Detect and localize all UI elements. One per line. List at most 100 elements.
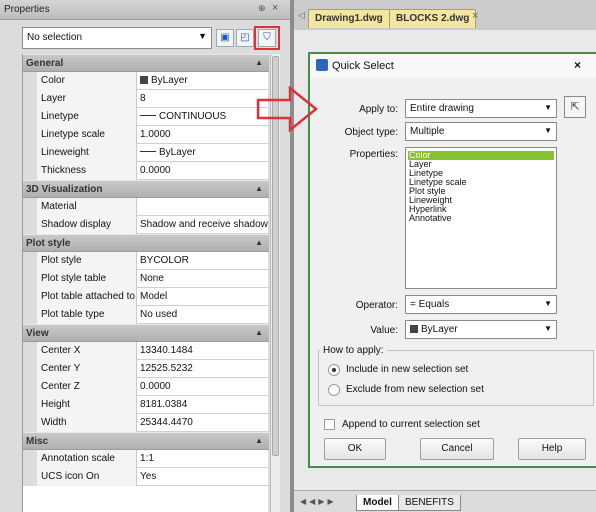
row-gutter: [23, 396, 37, 414]
property-row[interactable]: Annotation scale 1:1: [23, 450, 269, 468]
collapse-icon[interactable]: ▲: [255, 238, 263, 247]
append-checkbox[interactable]: [324, 419, 335, 430]
property-value[interactable]: ByLayer: [137, 144, 269, 162]
property-value-text: 0.0000: [140, 165, 171, 176]
property-row[interactable]: Color ByLayer: [23, 72, 269, 90]
category-label: 3D Visualization: [26, 184, 103, 195]
property-value[interactable]: 8: [137, 90, 269, 108]
category-header[interactable]: Misc ▲: [23, 432, 269, 450]
tab-blocks2[interactable]: BLOCKS 2.dwg: [389, 9, 477, 28]
property-value[interactable]: 1:1: [137, 450, 269, 468]
selection-dropdown[interactable]: No selection ▼: [22, 27, 212, 49]
property-value-text: 8: [140, 93, 146, 104]
properties-list[interactable]: Color Layer Linetype Linetype scale Plot sty…: [405, 147, 557, 289]
collapse-icon[interactable]: ▲: [255, 184, 263, 193]
property-value[interactable]: 25344.4470: [137, 414, 269, 432]
category-label: Plot style: [26, 238, 71, 249]
category-header[interactable]: Plot style ▲: [23, 234, 269, 252]
property-row[interactable]: Center X 13340.1484: [23, 342, 269, 360]
value-select[interactable]: ByLayer ▼: [405, 320, 557, 339]
property-value[interactable]: Yes: [137, 468, 269, 486]
property-value[interactable]: 13340.1484: [137, 342, 269, 360]
help-button[interactable]: Help: [518, 438, 586, 460]
category-header[interactable]: View ▲: [23, 324, 269, 342]
apply-to-select[interactable]: Entire drawing ▼: [405, 99, 557, 118]
include-label[interactable]: Include in new selection set: [346, 364, 468, 375]
ok-button[interactable]: OK: [324, 438, 386, 460]
dialog-close-icon[interactable]: ×: [574, 58, 581, 72]
property-row[interactable]: Center Y 12525.5232: [23, 360, 269, 378]
property-row[interactable]: Plot style BYCOLOR: [23, 252, 269, 270]
layout-nav-icon[interactable]: ◀◀▶▶: [300, 497, 337, 506]
row-gutter: [23, 378, 37, 396]
property-value[interactable]: [137, 198, 269, 216]
property-row[interactable]: Material: [23, 198, 269, 216]
property-name: Shadow display: [37, 216, 137, 234]
collapse-icon[interactable]: ▲: [255, 436, 263, 445]
property-row[interactable]: Lineweight ByLayer: [23, 144, 269, 162]
property-name: Plot table attached to: [37, 288, 137, 306]
property-value-text: None: [140, 273, 164, 284]
toggle-pickadd-icon[interactable]: ▣: [216, 29, 234, 47]
collapse-icon[interactable]: ▲: [255, 58, 263, 67]
close-icon[interactable]: ×: [272, 2, 278, 14]
property-row[interactable]: Height 8181.0384: [23, 396, 269, 414]
tab-model[interactable]: Model: [356, 495, 399, 511]
object-type-select[interactable]: Multiple ▼: [405, 122, 557, 141]
property-row[interactable]: Plot table attached to Model: [23, 288, 269, 306]
property-row[interactable]: UCS icon On Yes: [23, 468, 269, 486]
layout-tab-bar: ◀◀▶▶ Model BENEFITS: [294, 490, 596, 512]
property-value[interactable]: 8181.0384: [137, 396, 269, 414]
row-gutter: [23, 72, 37, 90]
property-value[interactable]: Model: [137, 288, 269, 306]
collapse-icon[interactable]: ▲: [255, 328, 263, 337]
property-value[interactable]: BYCOLOR: [137, 252, 269, 270]
property-value[interactable]: 1.0000: [137, 126, 269, 144]
property-row[interactable]: Plot style table None: [23, 270, 269, 288]
tab-scroll-left-icon[interactable]: ◁: [298, 10, 305, 21]
property-value[interactable]: 0.0000: [137, 162, 269, 180]
exclude-label[interactable]: Exclude from new selection set: [346, 384, 484, 395]
property-row[interactable]: Layer 8: [23, 90, 269, 108]
property-value[interactable]: None: [137, 270, 269, 288]
property-list-item[interactable]: Annotative: [408, 214, 554, 223]
dialog-title-bar[interactable]: Quick Select ×: [310, 54, 596, 78]
properties-title-bar[interactable]: Properties ⊕ ×: [0, 0, 290, 20]
cancel-button[interactable]: Cancel: [420, 438, 494, 460]
operator-select[interactable]: = Equals ▼: [405, 295, 557, 314]
select-objects-button[interactable]: ⇱: [564, 96, 586, 118]
category-header[interactable]: 3D Visualization ▲: [23, 180, 269, 198]
property-row[interactable]: Width 25344.4470: [23, 414, 269, 432]
property-value-text: 12525.5232: [140, 363, 193, 374]
property-value[interactable]: CONTINUOUS: [137, 108, 269, 126]
tab-drawing1[interactable]: Drawing1.dwg: [308, 9, 390, 28]
property-value-text: 1:1: [140, 453, 154, 464]
operator-label: Operator:: [355, 300, 398, 311]
close-tab-icon[interactable]: ×: [472, 10, 478, 22]
property-row[interactable]: Linetype CONTINUOUS: [23, 108, 269, 126]
apply-to-label: Apply to:: [359, 104, 398, 115]
property-row[interactable]: Center Z 0.0000: [23, 378, 269, 396]
property-value[interactable]: 12525.5232: [137, 360, 269, 378]
property-value[interactable]: No used: [137, 306, 269, 324]
pin-icon[interactable]: ⊕: [258, 3, 266, 14]
property-value-text: 1.0000: [140, 129, 171, 140]
property-value[interactable]: 0.0000: [137, 378, 269, 396]
dialog-title: Quick Select: [332, 60, 394, 72]
property-value[interactable]: Shadow and receive shadow: [137, 216, 269, 234]
exclude-radio[interactable]: [328, 384, 340, 396]
property-row[interactable]: Linetype scale 1.0000: [23, 126, 269, 144]
property-value[interactable]: ByLayer: [137, 72, 269, 90]
select-objects-icon[interactable]: ◰: [236, 29, 254, 47]
property-row[interactable]: Shadow display Shadow and receive shadow: [23, 216, 269, 234]
append-label[interactable]: Append to current selection set: [342, 419, 480, 430]
row-gutter: [23, 90, 37, 108]
include-radio[interactable]: [328, 364, 340, 376]
property-name: Lineweight: [37, 144, 137, 162]
property-row[interactable]: Plot table type No used: [23, 306, 269, 324]
property-name: Plot style table: [37, 270, 137, 288]
category-header[interactable]: General ▲: [23, 54, 269, 72]
color-swatch-icon: [140, 76, 148, 84]
property-row[interactable]: Thickness 0.0000: [23, 162, 269, 180]
tab-benefits[interactable]: BENEFITS: [398, 495, 461, 511]
